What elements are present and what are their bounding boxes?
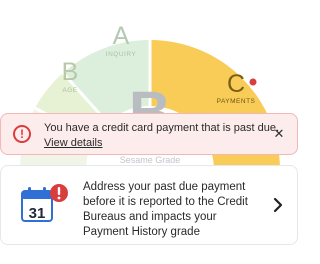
alert-circle-icon: ! — [13, 125, 31, 143]
close-icon[interactable]: ✕ — [271, 125, 287, 143]
payments-alert-dot — [249, 78, 257, 86]
chevron-right-icon[interactable] — [271, 196, 285, 214]
inquiry-label: INQUIRY — [106, 51, 137, 58]
inquiry-grade: A — [113, 22, 130, 50]
age-label: AGE — [62, 87, 77, 94]
calendar-alert-icon: 31 — [21, 183, 71, 225]
past-due-alert: ! You have a credit card payment that is… — [0, 113, 298, 155]
payments-label: PAYMENTS — [217, 98, 256, 105]
age-grade: B — [62, 58, 79, 86]
payments-grade: C — [227, 70, 245, 98]
calendar-day: 31 — [29, 205, 46, 222]
card-text: Address your past due payment before it … — [83, 181, 248, 238]
past-due-action-card[interactable]: 31 Address your past due payment before … — [0, 165, 298, 245]
view-details-link[interactable]: View details — [44, 137, 103, 149]
alert-message: You have a credit card payment that is p… — [44, 122, 280, 134]
center-caption: Sesame Grade — [120, 155, 181, 165]
